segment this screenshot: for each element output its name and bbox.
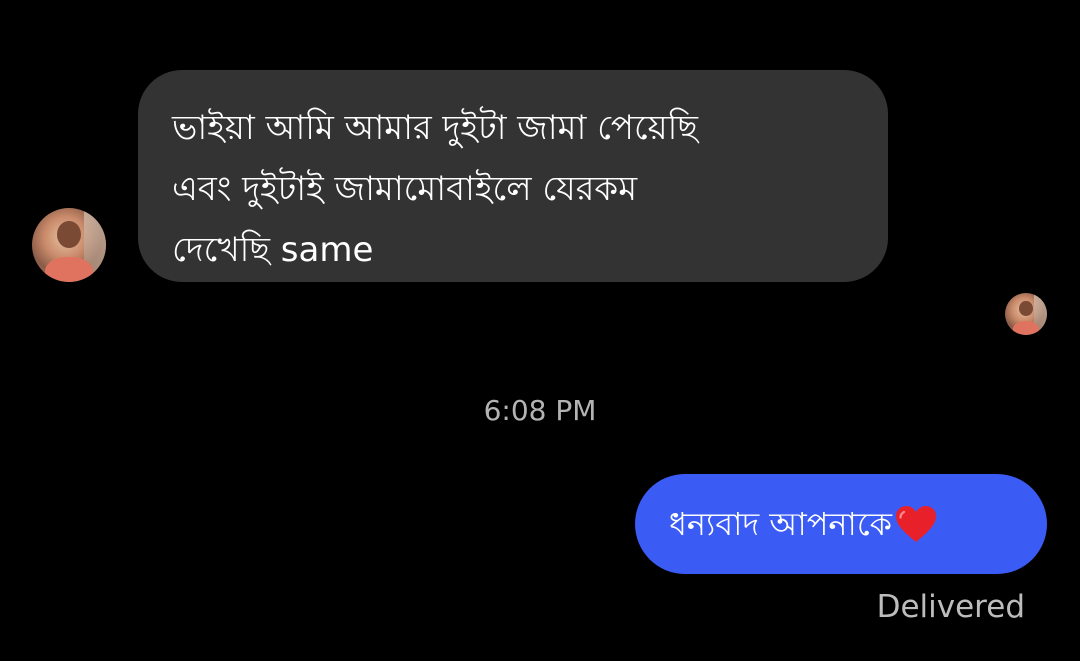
incoming-message-bubble[interactable]: ভাইয়া আমি আমার দুইটা জামা পেয়েছি এবং দ… <box>138 70 888 282</box>
avatar-shirt <box>1012 320 1040 335</box>
avatar-head <box>1019 300 1033 316</box>
sender-avatar[interactable] <box>32 208 106 282</box>
outgoing-message-text: ধন্যবাদ আপনাকে <box>669 505 893 543</box>
incoming-message-text: ভাইয়া আমি আমার দুইটা জামা পেয়েছি এবং দ… <box>172 108 699 270</box>
red-heart-icon <box>896 506 937 542</box>
read-receipt-avatar <box>1005 293 1047 335</box>
outgoing-message-bubble[interactable]: ধন্যবাদ আপনাকে <box>635 474 1047 574</box>
message-timestamp: 6:08 PM <box>483 394 597 427</box>
avatar-head <box>57 221 81 248</box>
delivery-status: Delivered <box>876 589 1025 625</box>
avatar-shirt <box>45 256 93 282</box>
